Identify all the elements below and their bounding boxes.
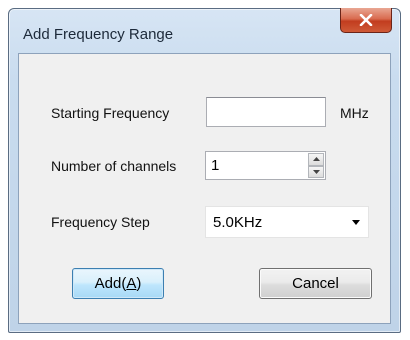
close-button[interactable] [340,8,392,33]
dialog-body: Starting Frequency MHz Number of channel… [18,53,391,324]
cancel-button[interactable]: Cancel [259,268,372,299]
frequency-step-dropdown[interactable]: 5.0KHz [205,206,369,238]
spin-up-button[interactable] [308,153,324,166]
dropdown-arrow-icon [352,220,360,225]
number-of-channels-value[interactable]: 1 [211,157,219,174]
number-of-channels-spinner[interactable]: 1 [205,151,326,180]
frequency-step-label: Frequency Step [51,214,150,230]
close-icon [359,14,373,26]
add-button-label-suffix: ) [136,275,142,292]
starting-frequency-input[interactable] [206,97,326,127]
starting-frequency-label: Starting Frequency [51,105,170,121]
add-button-label-prefix: Add( [94,275,127,292]
spin-up-icon [312,157,320,162]
mhz-unit-label: MHz [340,105,369,121]
number-of-channels-label: Number of channels [51,158,177,174]
title-bar[interactable]: Add Frequency Range [9,8,400,53]
spin-down-button[interactable] [308,165,324,178]
window-title: Add Frequency Range [23,26,174,43]
add-button[interactable]: Add(A) [72,268,164,299]
add-button-accelerator: A [126,275,137,292]
frequency-step-value: 5.0KHz [213,214,263,231]
cancel-button-label: Cancel [292,275,339,292]
dialog-window: Add Frequency Range Starting Frequency M… [8,8,401,333]
spin-down-icon [312,169,320,174]
